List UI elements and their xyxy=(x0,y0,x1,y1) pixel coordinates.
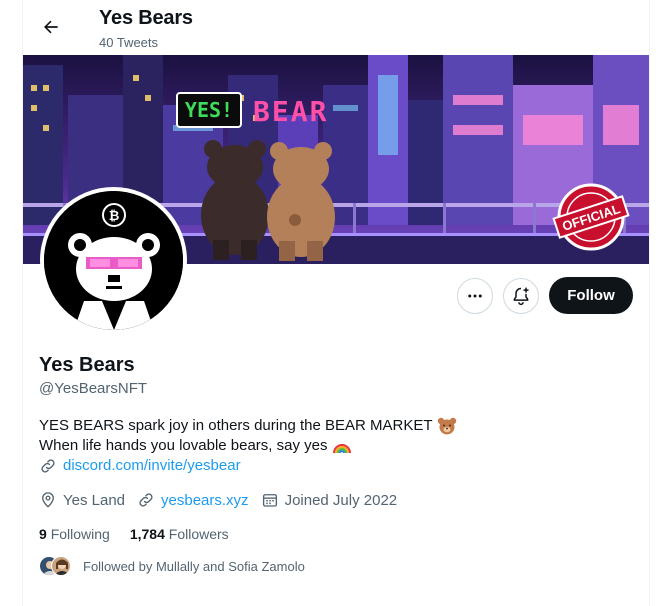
following-label: Following xyxy=(50,526,110,542)
follow-button[interactable]: Follow xyxy=(549,277,633,314)
bear-emoji-icon xyxy=(437,417,456,435)
website[interactable]: yesbears.xyz xyxy=(137,491,249,509)
bio-discord-link[interactable]: discord.com/invite/yesbear xyxy=(39,456,599,476)
profile-header: Yes Bears 40 Tweets xyxy=(23,0,649,54)
followers-link[interactable]: 1,784 Followers xyxy=(130,526,229,542)
back-button[interactable] xyxy=(35,11,67,43)
bell-plus-icon xyxy=(513,287,529,306)
bio-line-2: When life hands you lovable bears, say y… xyxy=(39,436,599,456)
followers-label: Followers xyxy=(168,526,229,542)
link-icon xyxy=(139,493,153,507)
bio-line-1: YES BEARS spark joy in others during the… xyxy=(39,416,599,436)
mutual-avatar xyxy=(51,556,71,576)
more-dots-icon xyxy=(468,294,482,298)
followed-by[interactable]: Followed by Mullally and Sofia Zamolo xyxy=(39,555,305,577)
more-options-button[interactable] xyxy=(457,278,493,314)
notifications-button[interactable] xyxy=(503,278,539,314)
profile-handle: @YesBearsNFT xyxy=(39,380,148,397)
bio-link-text[interactable]: discord.com/invite/yesbear xyxy=(63,456,241,476)
page-title: Yes Bears xyxy=(99,7,193,29)
location: Yes Land xyxy=(39,491,125,509)
following-link[interactable]: 9 Following xyxy=(39,526,110,542)
followers-count: 1,784 xyxy=(129,526,165,542)
tweet-count: 40 Tweets xyxy=(99,35,159,50)
dark-bear xyxy=(201,140,269,260)
follow-stats: 9 Following 1,784 Followers xyxy=(39,526,249,542)
profile-bio: YES BEARS spark joy in others during the… xyxy=(39,416,599,476)
join-date-text: Joined July 2022 xyxy=(284,491,398,509)
join-date: Joined July 2022 xyxy=(261,491,398,509)
sign-bear-text: BEAR xyxy=(253,95,328,128)
svg-text:₿: ₿ xyxy=(109,209,120,224)
location-text: Yes Land xyxy=(63,491,126,509)
website-link[interactable]: yesbears.xyz xyxy=(161,492,249,509)
bio-line-1-text: YES BEARS spark joy in others during the… xyxy=(39,417,433,434)
calendar-icon xyxy=(262,494,277,507)
bio-line-2-text: When life hands you lovable bears, say y… xyxy=(39,437,328,454)
bear-avatar-artwork: ₿ xyxy=(44,191,183,330)
followed-by-text: Followed by Mullally and Sofia Zamolo xyxy=(83,558,305,574)
mutual-avatars xyxy=(39,555,73,577)
brown-bear xyxy=(267,142,335,261)
profile-meta: Yes Land yesbears.xyz Joined July 2022 xyxy=(39,491,409,509)
location-pin-icon xyxy=(42,492,54,508)
profile-avatar[interactable]: ₿ xyxy=(40,187,187,334)
profile-name: Yes Bears xyxy=(39,354,135,376)
column-border-right xyxy=(649,0,650,606)
arrow-left-icon xyxy=(44,20,58,34)
link-icon xyxy=(41,459,55,473)
sign-yes-text: YES! xyxy=(185,98,233,122)
rainbow-emoji-icon xyxy=(332,444,351,454)
following-count: 9 xyxy=(39,526,47,542)
